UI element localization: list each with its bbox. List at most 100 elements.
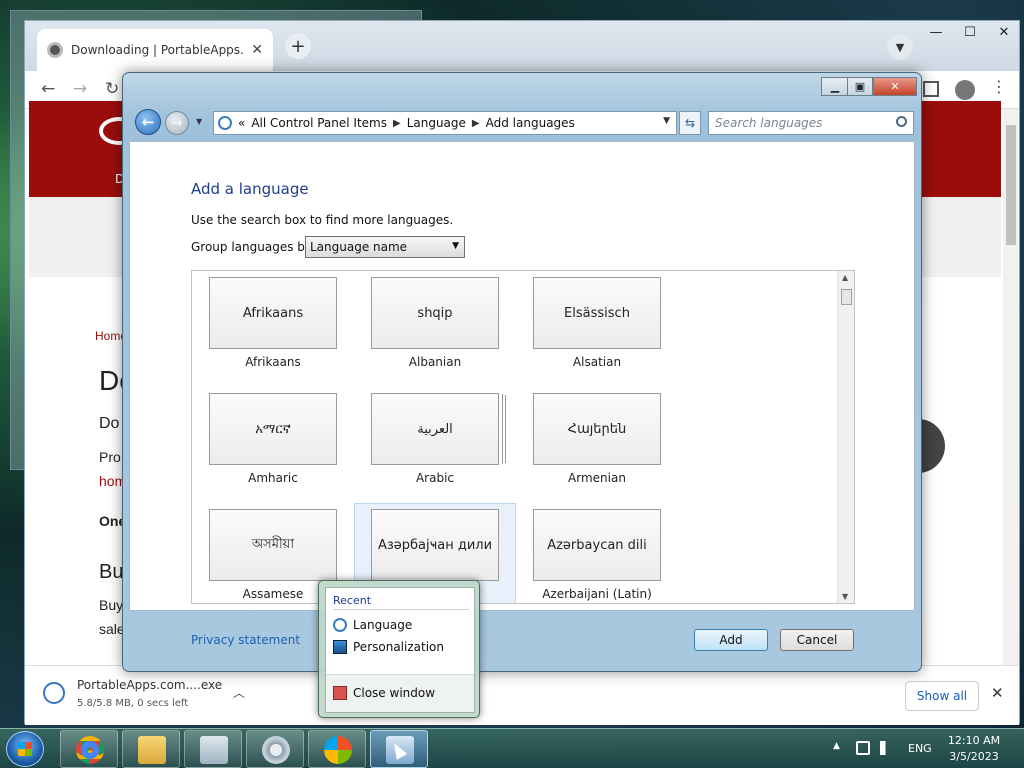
search-input[interactable] xyxy=(715,116,885,130)
clock-time: 12:10 AM xyxy=(947,734,1001,747)
search-box[interactable] xyxy=(708,111,914,135)
breadcrumb-separator-icon[interactable]: ▶ xyxy=(472,118,480,129)
language-name: Arabic xyxy=(415,471,455,485)
language-item-armenian[interactable]: Հայերեն Armenian xyxy=(516,387,678,503)
jump-item-language[interactable]: Language xyxy=(333,618,412,632)
address-bar[interactable]: « All Control Panel Items ▶ Language ▶ A… xyxy=(213,111,677,135)
download-file-name[interactable]: PortableApps.com....exe xyxy=(77,678,222,692)
start-button[interactable] xyxy=(6,731,44,767)
address-dropdown-icon[interactable]: ▼ xyxy=(663,116,670,126)
divider xyxy=(333,609,469,610)
forward-arrow-icon[interactable]: → xyxy=(73,79,87,99)
scroll-down-icon[interactable]: ▼ xyxy=(842,592,848,601)
instruction-text: Use the search box to find more language… xyxy=(191,213,454,227)
page-scrollbar[interactable] xyxy=(1003,109,1019,665)
minimize-button[interactable]: ▁ xyxy=(821,77,849,96)
show-all-button[interactable]: Show all xyxy=(905,681,979,711)
language-item-alsatian[interactable]: Elsässisch Alsatian xyxy=(516,271,678,387)
show-hidden-icons-icon[interactable]: ▲ xyxy=(833,741,840,751)
breadcrumb-add-languages[interactable]: Add languages xyxy=(486,116,575,130)
language-tile: Հայերեն xyxy=(533,393,661,465)
back-arrow-icon[interactable]: ← xyxy=(41,79,55,99)
refresh-icon[interactable]: ⇆ xyxy=(679,111,701,135)
group-by-select[interactable]: Language name ▼ xyxy=(305,236,465,258)
forward-arrow-icon[interactable]: → xyxy=(165,111,189,135)
language-name: Azerbaijani (Latin) xyxy=(542,587,652,601)
chevron-down-icon: ▼ xyxy=(452,241,459,251)
clock[interactable]: 12:10 AM 3/5/2023 xyxy=(938,733,1010,765)
language-name: Alsatian xyxy=(572,355,622,369)
breadcrumb-language[interactable]: Language xyxy=(407,116,466,130)
close-download-bar-icon[interactable]: ✕ xyxy=(991,684,1004,702)
language-item-afrikaans[interactable]: Afrikaans Afrikaans xyxy=(192,271,354,387)
close-window-item[interactable]: Close window xyxy=(333,686,435,700)
language-icon xyxy=(333,618,347,632)
taskbar-chrome-button[interactable] xyxy=(60,730,118,768)
language-item-amharic[interactable]: አማርኛ Amharic xyxy=(192,387,354,503)
search-icon[interactable] xyxy=(896,116,907,127)
side-panel-icon[interactable] xyxy=(923,81,939,97)
scrollbar-thumb[interactable] xyxy=(1006,125,1016,245)
tab-search-button[interactable]: ▼ xyxy=(887,34,913,60)
language-tile: አማርኛ xyxy=(209,393,337,465)
group-by-value: Language name xyxy=(310,240,408,254)
language-tile: Azərbaycan dili xyxy=(533,509,661,581)
dialog-body: Add a language Use the search box to fin… xyxy=(129,141,915,611)
input-language-indicator[interactable]: ENG xyxy=(908,742,932,755)
close-tab-icon[interactable]: ✕ xyxy=(251,42,263,58)
chevron-up-icon[interactable]: ︿ xyxy=(233,684,245,701)
menu-kebab-icon[interactable]: ⋮ xyxy=(991,77,1007,96)
new-tab-button[interactable]: + xyxy=(285,33,311,59)
close-window-button[interactable]: ✕ xyxy=(987,21,1021,43)
language-name: Amharic xyxy=(248,471,298,485)
address-overflow[interactable]: « xyxy=(238,116,245,130)
scroll-up-icon[interactable]: ▲ xyxy=(842,273,848,282)
close-icon xyxy=(333,686,347,700)
maximize-button[interactable]: ☐ xyxy=(953,21,987,43)
taskbar-explorer-button[interactable] xyxy=(122,730,180,768)
minimize-button[interactable]: — xyxy=(919,21,953,43)
page-text: Buy xyxy=(99,597,124,613)
taskbar-windows-button[interactable] xyxy=(308,730,366,768)
back-arrow-icon[interactable]: ← xyxy=(135,109,161,135)
recent-pages-dropdown-icon[interactable]: ▼ xyxy=(196,117,202,126)
close-window-button[interactable]: ✕ xyxy=(873,77,917,96)
breadcrumb-separator-icon[interactable]: ▶ xyxy=(393,118,401,129)
personalization-icon xyxy=(333,640,347,654)
clock-date: 3/5/2023 xyxy=(949,750,999,763)
privacy-statement-link[interactable]: Privacy statement xyxy=(191,633,300,647)
download-bar: PortableApps.com....exe 5.8/5.8 MB, 0 se… xyxy=(25,665,1019,725)
add-languages-window: ▁ ▣ ✕ ← → ▼ « All Control Panel Items ▶ … xyxy=(122,72,922,672)
language-item-albanian[interactable]: shqip Albanian xyxy=(354,271,516,387)
language-tile: shqip xyxy=(371,277,499,349)
language-tile: অসমীয়া xyxy=(209,509,337,581)
taskbar-jump-list: Recent Language Personalization Close wi… xyxy=(318,580,480,718)
reload-icon[interactable]: ↻ xyxy=(105,79,119,99)
language-list-scrollbar[interactable]: ▲ ▼ xyxy=(837,271,854,603)
volume-muted-icon[interactable] xyxy=(880,741,894,755)
profile-icon[interactable] xyxy=(955,80,975,100)
page-title: Add a language xyxy=(191,180,309,198)
taskbar-settings-button[interactable] xyxy=(246,730,304,768)
tab-title: Downloading | PortableApps.com xyxy=(71,43,243,57)
maximize-button[interactable]: ▣ xyxy=(847,77,873,96)
taskbar: ▲ ENG 12:10 AM 3/5/2023 xyxy=(0,728,1024,768)
jump-list-header: Recent xyxy=(333,594,372,607)
page-text: Do xyxy=(99,415,120,432)
page-text: sale xyxy=(99,621,125,637)
breadcrumb-all-items[interactable]: All Control Panel Items xyxy=(251,116,387,130)
language-item-azerbaijani-latin[interactable]: Azərbaycan dili Azerbaijani (Latin) xyxy=(516,503,678,603)
section-heading: Bu xyxy=(99,561,124,583)
jump-list-tasks: Close window xyxy=(326,674,474,712)
network-icon[interactable] xyxy=(856,741,870,755)
cancel-button[interactable]: Cancel xyxy=(780,629,854,651)
jump-item-label: Close window xyxy=(353,686,436,700)
resource-monitor-icon xyxy=(200,736,228,764)
jump-item-personalization[interactable]: Personalization xyxy=(333,640,444,654)
tab-strip: Downloading | PortableApps.com ✕ + ▼ — ☐… xyxy=(25,21,1019,71)
scrollbar-thumb[interactable] xyxy=(841,289,852,305)
add-button[interactable]: Add xyxy=(694,629,768,651)
language-item-arabic[interactable]: العربية Arabic xyxy=(354,387,516,503)
browser-tab[interactable]: Downloading | PortableApps.com ✕ xyxy=(37,29,273,71)
taskbar-monitor-button[interactable] xyxy=(184,730,242,768)
